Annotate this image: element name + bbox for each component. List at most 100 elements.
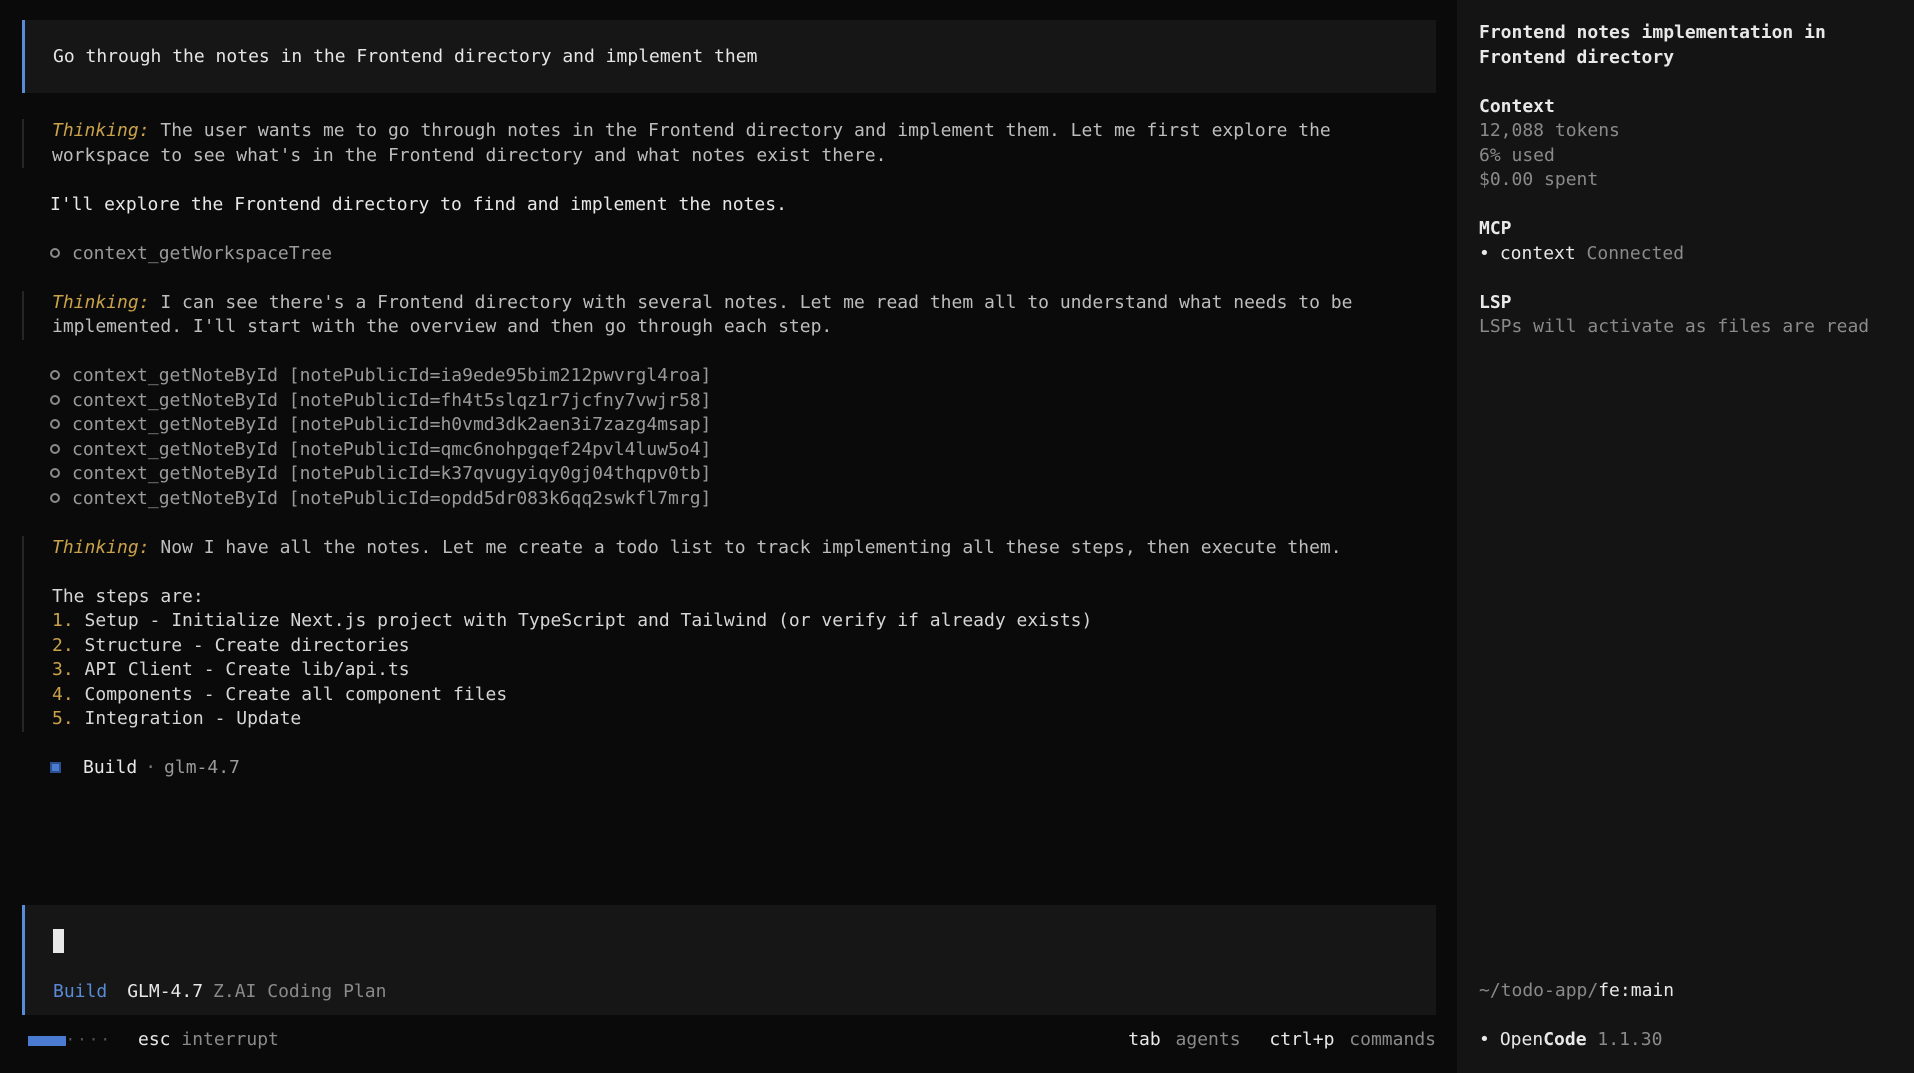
path-dir: ~/todo-app/ [1479, 980, 1599, 1001]
status-bar: ···· esc interrupt tab agents ctrl+p com… [0, 1028, 1457, 1052]
cost-spent: $0.00 spent [1479, 169, 1599, 190]
tool-call-text: context_getNoteById [notePublicId=qmc6no… [72, 438, 712, 460]
thinking-text: The user wants me to go through notes in… [149, 120, 1331, 141]
app-name-part1: Open [1499, 1029, 1544, 1050]
progress-indicator: ···· [28, 1030, 112, 1049]
step-text: Integration - Update [73, 708, 302, 729]
thinking-text: implemented. I'll start with the overvie… [52, 316, 833, 337]
chat-panel: Go through the notes in the Frontend dir… [0, 0, 1457, 1073]
build-agent: Build [83, 757, 138, 778]
progress-dots: ···· [65, 1030, 112, 1049]
build-status: Build · glm-4.7 [50, 756, 1430, 781]
commands-desc: commands [1349, 1029, 1436, 1050]
step-item: 3. API Client - Create lib/api.ts [52, 658, 1430, 683]
sidebar: Frontend notes implementation in Fronten… [1457, 0, 1914, 1073]
tool-status-icon [50, 492, 60, 503]
tool-call[interactable]: context_getNoteById [notePublicId=opdd5d… [50, 487, 1430, 512]
context-section: Context 12,088 tokens 6% used $0.00 spen… [1479, 95, 1892, 193]
bullet-icon: • [1479, 242, 1490, 264]
separator: · [145, 757, 157, 778]
mcp-section: MCP • context Connected [1479, 217, 1892, 266]
interrupt-hint[interactable]: esc interrupt [138, 1028, 279, 1053]
app-version: • OpenCode 1.1.30 [1479, 1028, 1662, 1053]
thinking-label: Thinking: [52, 120, 150, 141]
text-cursor [53, 929, 64, 953]
tool-status-icon [50, 247, 60, 258]
git-branch: fe:main [1598, 980, 1675, 1001]
thinking-text: I can see there's a Frontend directory w… [149, 291, 1353, 313]
tool-call-text: context_getNoteById [notePublicId=h0vmd3… [72, 414, 712, 435]
tool-call[interactable]: context_getNoteById [notePublicId=qmc6no… [50, 438, 1430, 463]
thinking-text: workspace to see what's in the Frontend … [52, 144, 887, 166]
steps-intro: The steps are: [52, 585, 204, 607]
mcp-server-state: Connected [1586, 242, 1685, 264]
model-name[interactable]: GLM-4.7 [127, 981, 203, 1002]
tab-desc: agents [1175, 1029, 1241, 1050]
input-meta: Build GLM-4.7 Z.AI Coding Plan [53, 980, 386, 1005]
tab-key[interactable]: tab [1128, 1029, 1161, 1050]
user-message: Go through the notes in the Frontend dir… [22, 20, 1436, 93]
mcp-heading: MCP [1479, 218, 1512, 239]
esc-desc: interrupt [181, 1029, 279, 1050]
step-number: 5. [52, 708, 74, 729]
step-number: 3. [52, 659, 74, 680]
esc-key: esc [138, 1029, 171, 1050]
tool-status-icon [50, 370, 60, 380]
agent-selector[interactable]: Build [53, 981, 107, 1002]
tool-status-icon [50, 443, 60, 454]
lsp-heading: LSP [1479, 291, 1512, 313]
tool-call-text: context_getWorkspaceTree [72, 242, 333, 264]
lsp-status: LSPs will activate as files are read [1479, 316, 1870, 337]
tool-call[interactable]: context_getWorkspaceTree [50, 242, 1430, 267]
step-text: API Client - Create lib/api.ts [73, 659, 410, 680]
tool-call-text: context_getNoteById [notePublicId=opdd5d… [72, 487, 712, 509]
tool-status-icon [50, 394, 60, 405]
tool-call-text: context_getNoteById [notePublicId=fh4t5s… [72, 389, 712, 411]
thinking-label: Thinking: [52, 291, 150, 313]
thinking-block: Thinking: The user wants me to go throug… [22, 119, 1430, 168]
workspace-path: ~/todo-app/fe:main [1479, 979, 1674, 1004]
tool-call[interactable]: context_getNoteById [notePublicId=h0vmd3… [50, 413, 1430, 438]
thinking-block: Thinking: Now I have all the notes. Let … [22, 535, 1430, 732]
assistant-thread: Thinking: The user wants me to go throug… [22, 119, 1430, 781]
version-number: 1.1.30 [1597, 1029, 1663, 1050]
tool-call[interactable]: context_getNoteById [notePublicId=ia9ede… [50, 364, 1430, 389]
step-number: 4. [52, 683, 74, 705]
build-square-icon [50, 762, 61, 773]
commands-key[interactable]: ctrl+p [1269, 1029, 1334, 1050]
user-message-text: Go through the notes in the Frontend dir… [53, 46, 758, 67]
step-item: 5. Integration - Update [52, 707, 1430, 732]
build-model: glm-4.7 [164, 757, 240, 778]
step-number: 2. [52, 634, 74, 656]
session-title: Frontend notes implementation in Fronten… [1479, 22, 1826, 68]
progress-fill [28, 1036, 66, 1046]
thinking-label: Thinking: [52, 536, 150, 558]
tool-call[interactable]: context_getNoteById [notePublicId=fh4t5s… [50, 389, 1430, 414]
lsp-section: LSP LSPs will activate as files are read [1479, 291, 1892, 340]
tool-call[interactable]: context_getNoteById [notePublicId=k37qvu… [50, 462, 1430, 487]
usage-percent: 6% used [1479, 144, 1555, 166]
step-text: Setup - Initialize Next.js project with … [73, 610, 1093, 631]
prompt-input[interactable]: Build GLM-4.7 Z.AI Coding Plan [22, 905, 1436, 1015]
thinking-block: Thinking: I can see there's a Frontend d… [22, 290, 1430, 340]
tool-call-text: context_getNoteById [notePublicId=k37qvu… [72, 463, 712, 484]
app-name-part2: Code [1543, 1029, 1587, 1050]
step-text: Structure - Create directories [73, 634, 410, 656]
tool-call-text: context_getNoteById [notePublicId=ia9ede… [72, 365, 712, 386]
step-number: 1. [52, 610, 74, 631]
thinking-text: Now I have all the notes. Let me create … [149, 536, 1342, 558]
context-heading: Context [1479, 95, 1555, 117]
tool-status-icon [50, 468, 60, 478]
token-count: 12,088 tokens [1479, 120, 1620, 141]
step-text: Components - Create all component files [73, 683, 508, 705]
bullet-icon: • [1479, 1029, 1490, 1050]
step-item: 1. Setup - Initialize Next.js project wi… [52, 609, 1430, 634]
provider-name: Z.AI Coding Plan [213, 981, 387, 1002]
mcp-server-name: context [1499, 242, 1576, 264]
shortcut-hints: tab agents ctrl+p commands [1124, 1028, 1436, 1053]
assistant-reply: I'll explore the Frontend directory to f… [50, 193, 787, 215]
step-item: 2. Structure - Create directories [52, 634, 1430, 659]
tool-status-icon [50, 419, 60, 429]
mcp-server-item: • context Connected [1479, 242, 1892, 267]
step-item: 4. Components - Create all component fil… [52, 683, 1430, 708]
